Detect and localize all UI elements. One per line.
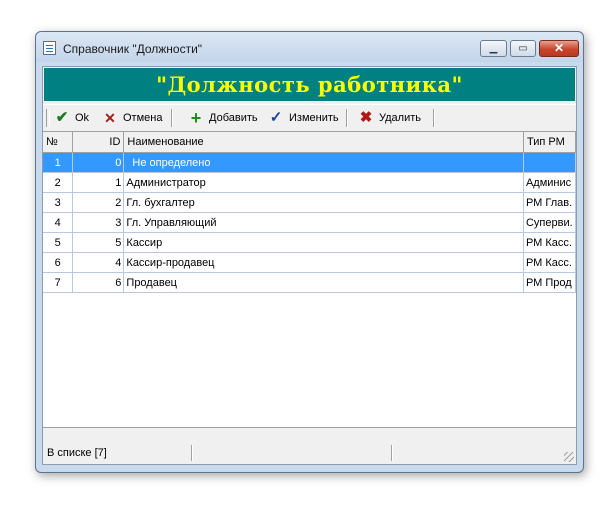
cell-id: 0: [72, 152, 125, 173]
delete-label: Удалить: [379, 112, 421, 124]
toolbar: ✔ Ok ✕ Отмена + Добавить ✓ Изменить ✖ Уд…: [43, 104, 576, 131]
cell-num: 4: [43, 212, 74, 233]
cell-num: 3: [43, 192, 74, 213]
table-row[interactable]: 7 6 Продавец РМ Прод: [43, 272, 577, 293]
title-bar[interactable]: Справочник "Должности" ▁ ▭ ✕: [36, 32, 583, 62]
table-row[interactable]: 3 2 Гл. бухгалтер РМ Глав.: [43, 192, 577, 213]
page-banner: "Должность работника": [44, 68, 575, 101]
pencil-check-icon: ✓: [269, 109, 283, 126]
column-header-name[interactable]: Наименование: [123, 132, 524, 153]
cell-id: 5: [72, 232, 125, 253]
maximize-icon: ▭: [518, 43, 528, 54]
cell-name: Гл. бухгалтер: [123, 192, 524, 213]
status-divider: [391, 445, 393, 461]
cell-type: Суперви.: [523, 212, 577, 233]
cell-type: Админис: [523, 172, 577, 193]
add-label: Добавить: [209, 112, 258, 124]
cell-type: РМ Касс.: [523, 232, 577, 253]
toolbar-divider: [346, 109, 348, 127]
positions-table: № ID Наименование Тип РМ 1 0 Не определено…: [43, 132, 577, 293]
table-row[interactable]: 1 0 Не определено: [43, 152, 577, 173]
close-icon: ✕: [553, 41, 565, 55]
table-body: 1 0 Не определено 2 1 Администратор Админис 3 2 Г…: [43, 152, 577, 293]
maximize-button[interactable]: ▭: [510, 40, 536, 57]
cell-num: 1: [43, 152, 74, 173]
cell-id: 6: [72, 272, 125, 293]
ok-button[interactable]: ✔ Ok: [53, 109, 89, 127]
positions-grid[interactable]: № ID Наименование Тип РМ 1 0 Не определено…: [43, 131, 577, 428]
cell-name: Продавец: [123, 272, 524, 293]
status-bar: В списке [7]: [43, 442, 576, 464]
add-button[interactable]: + Добавить: [187, 109, 258, 127]
cell-num: 7: [43, 272, 74, 293]
cell-name: Кассир: [123, 232, 524, 253]
check-icon: ✔: [55, 109, 69, 126]
column-header-num[interactable]: №: [43, 132, 74, 153]
minimize-icon: ▁: [489, 43, 498, 54]
toolbar-divider: [171, 109, 173, 127]
delete-button[interactable]: ✖ Удалить: [357, 109, 421, 127]
plus-icon: +: [190, 108, 202, 128]
toolbar-grip[interactable]: [46, 109, 50, 127]
status-count: В списке [7]: [47, 447, 107, 459]
column-header-id[interactable]: ID: [72, 132, 125, 153]
resize-grip-icon[interactable]: [564, 452, 574, 462]
status-divider: [191, 445, 193, 461]
main-window: Справочник "Должности" ▁ ▭ ✕ "Должность …: [35, 31, 584, 473]
cancel-button[interactable]: ✕ Отмена: [101, 109, 162, 127]
table-row[interactable]: 5 5 Кассир РМ Касс.: [43, 232, 577, 253]
table-header-row: № ID Наименование Тип РМ: [43, 132, 577, 153]
table-row[interactable]: 6 4 Кассир-продавец РМ Касс.: [43, 252, 577, 273]
cell-id: 2: [72, 192, 125, 213]
minimize-button[interactable]: ▁: [480, 40, 507, 57]
edit-label: Изменить: [289, 112, 339, 124]
cell-num: 2: [43, 172, 74, 193]
cell-type: РМ Прод: [523, 272, 577, 293]
ok-label: Ok: [75, 112, 90, 124]
window-title: Справочник "Должности": [63, 42, 203, 56]
cell-name: Администратор: [123, 172, 524, 193]
cell-type: РМ Глав.: [523, 192, 577, 213]
toolbar-divider: [433, 109, 435, 127]
cell-id: 4: [72, 252, 125, 273]
edit-button[interactable]: ✓ Изменить: [267, 109, 339, 127]
table-row[interactable]: 2 1 Администратор Админис: [43, 172, 577, 193]
x-icon: ✕: [104, 110, 116, 126]
cell-name: Не определено: [123, 152, 524, 173]
cell-type: РМ Касс.: [523, 252, 577, 273]
delete-x-icon: ✖: [359, 109, 373, 126]
close-button[interactable]: ✕: [539, 40, 579, 57]
cancel-label: Отмена: [123, 112, 163, 124]
cell-num: 6: [43, 252, 74, 273]
cell-num: 5: [43, 232, 74, 253]
client-area: "Должность работника" ✔ Ok ✕ Отмена + До…: [42, 66, 577, 465]
table-row[interactable]: 4 3 Гл. Управляющий Суперви.: [43, 212, 577, 233]
cell-name: Гл. Управляющий: [123, 212, 524, 233]
app-icon: [43, 41, 56, 55]
column-header-type[interactable]: Тип РМ: [523, 132, 577, 153]
cell-id: 3: [72, 212, 125, 233]
cell-name: Кассир-продавец: [123, 252, 524, 273]
cell-id: 1: [72, 172, 125, 193]
cell-type: [523, 152, 577, 173]
